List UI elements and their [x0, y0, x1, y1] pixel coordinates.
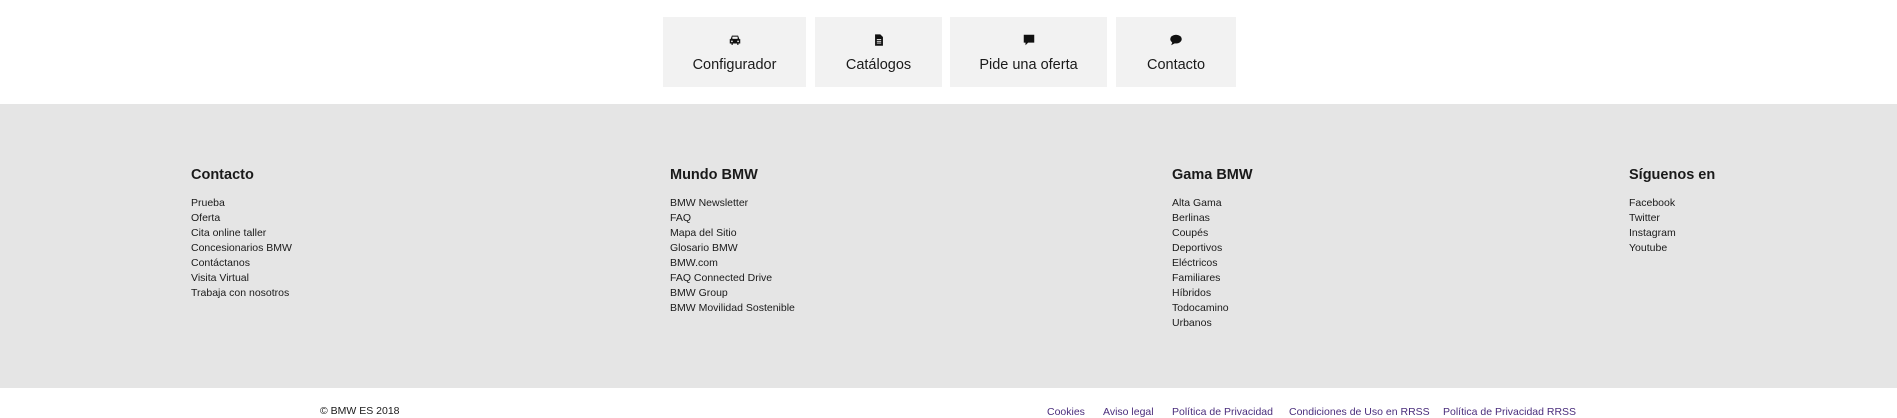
pide-oferta-label: Pide una oferta: [979, 57, 1078, 73]
footer-links-section: Contacto Prueba Oferta Cita online talle…: [0, 104, 1897, 388]
contacto-label: Contacto: [1146, 57, 1206, 73]
footer-link[interactable]: Glosario BMW: [670, 241, 795, 256]
footer-column-contacto: Contacto Prueba Oferta Cita online talle…: [191, 166, 292, 301]
copyright-text: © BMW ES 2018: [320, 405, 400, 417]
footer-column-title: Contacto: [191, 167, 254, 183]
footer-link[interactable]: Berlinas: [1172, 211, 1253, 226]
footer-link[interactable]: Instagram: [1629, 226, 1715, 241]
legal-link-condiciones-rrss[interactable]: Condiciones de Uso en RRSS: [1289, 406, 1430, 418]
footer-link[interactable]: Coupés: [1172, 226, 1253, 241]
catalogos-label: Catálogos: [845, 57, 912, 73]
legal-link-privacidad[interactable]: Política de Privacidad: [1172, 406, 1273, 418]
footer-link[interactable]: Deportivos: [1172, 241, 1253, 256]
footer-link[interactable]: BMW.com: [670, 256, 795, 271]
chat-bubble-icon: [1170, 34, 1182, 46]
footer-link[interactable]: Oferta: [191, 211, 292, 226]
legal-link-cookies[interactable]: Cookies: [1047, 406, 1085, 418]
footer-link[interactable]: Twitter: [1629, 211, 1715, 226]
footer-column-title: Gama BMW: [1172, 167, 1253, 183]
car-icon: [729, 35, 740, 45]
footer-link[interactable]: Eléctricos: [1172, 256, 1253, 271]
footer-link[interactable]: BMW Group: [670, 286, 795, 301]
footer-link[interactable]: Híbridos: [1172, 286, 1253, 301]
footer-link[interactable]: Familiares: [1172, 271, 1253, 286]
quick-links-bar: Configurador Catálogos Pide una oferta C…: [0, 17, 1897, 87]
footer-link[interactable]: Cita online taller: [191, 226, 292, 241]
footer-link[interactable]: Mapa del Sitio: [670, 226, 795, 241]
footer-link[interactable]: Prueba: [191, 196, 292, 211]
footer-column-title: Síguenos en: [1629, 167, 1716, 183]
footer-column-title: Mundo BMW: [670, 167, 758, 183]
footer-link[interactable]: Facebook: [1629, 196, 1715, 211]
footer-link[interactable]: Concesionarios BMW: [191, 241, 292, 256]
legal-link-privacidad-rrss[interactable]: Política de Privacidad RRSS: [1443, 406, 1576, 418]
footer-column-siguenos: Síguenos en Facebook Twitter Instagram Y…: [1629, 166, 1715, 256]
legal-link-aviso-legal[interactable]: Aviso legal: [1103, 406, 1154, 418]
footer-link[interactable]: Trabaja con nosotros: [191, 286, 292, 301]
footer-link[interactable]: Alta Gama: [1172, 196, 1253, 211]
catalogos-button[interactable]: Catálogos: [815, 17, 942, 87]
pide-oferta-button[interactable]: Pide una oferta: [950, 17, 1107, 87]
footer-link[interactable]: Urbanos: [1172, 316, 1253, 331]
configurador-button[interactable]: Configurador: [663, 17, 806, 87]
footer-column-gama-bmw: Gama BMW Alta Gama Berlinas Coupés Depor…: [1172, 166, 1253, 331]
footer-column-mundo-bmw: Mundo BMW BMW Newsletter FAQ Mapa del Si…: [670, 166, 795, 316]
footer-link[interactable]: BMW Newsletter: [670, 196, 795, 211]
footer-link[interactable]: FAQ Connected Drive: [670, 271, 795, 286]
footer-bottom-bar: © BMW ES 2018 Cookies Aviso legal Políti…: [0, 388, 1897, 418]
footer-link[interactable]: Contáctanos: [191, 256, 292, 271]
footer-link[interactable]: BMW Movilidad Sostenible: [670, 301, 795, 316]
comment-icon: [1023, 34, 1034, 46]
footer-link[interactable]: Todocamino: [1172, 301, 1253, 316]
contacto-button[interactable]: Contacto: [1116, 17, 1236, 87]
footer-link[interactable]: Youtube: [1629, 241, 1715, 256]
configurador-label: Configurador: [692, 57, 777, 73]
footer-link[interactable]: FAQ: [670, 211, 795, 226]
document-icon: [874, 34, 883, 46]
footer-link[interactable]: Visita Virtual: [191, 271, 292, 286]
